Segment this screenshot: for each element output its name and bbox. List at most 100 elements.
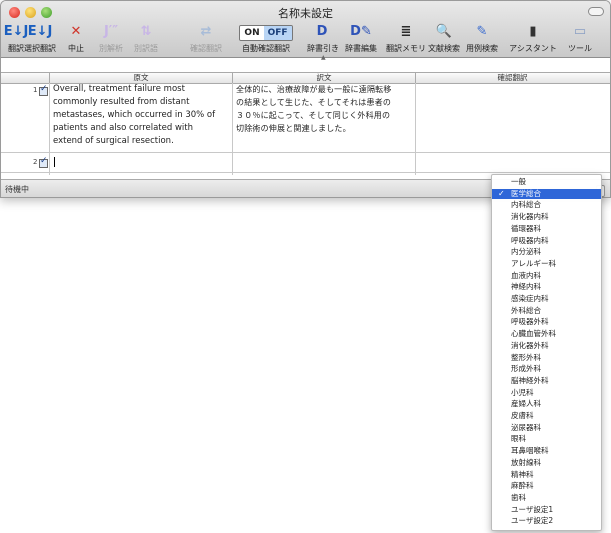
dropdown-option[interactable]: 脳神経外科 (492, 376, 601, 387)
dropdown-option-label: 呼吸器外科 (511, 317, 549, 327)
dropdown-option[interactable]: 心臓血管外科 (492, 329, 601, 340)
header-target[interactable]: 訳文 (233, 73, 416, 83)
status-text: 待機中 (5, 185, 29, 194)
dropdown-option-label: 感染症内科 (511, 294, 549, 303)
toolbar-item-dictionary-edit[interactable]: D✎ 辞書編集 (345, 21, 377, 55)
dropdown-option[interactable]: 産婦人科 (492, 399, 601, 410)
alt-word-icon: ⇅ (140, 23, 152, 39)
dropdown-option[interactable]: 血液内科 (492, 271, 601, 282)
dropdown-option-label: 精神科 (511, 469, 534, 479)
toggle-on[interactable]: ON (240, 25, 264, 40)
stop-x-icon: ✕ (70, 23, 82, 39)
dropdown-option[interactable]: 麻酔科 (492, 481, 601, 492)
dropdown-option[interactable]: 小児科 (492, 388, 601, 399)
toolbar-item-tool[interactable]: ▭ ツール (558, 21, 602, 55)
dropdown-option-label: 内科総合 (511, 200, 541, 210)
header-source[interactable]: 原文 (50, 73, 233, 83)
dropdown-option-label: 内分泌科 (511, 247, 541, 257)
toolbar-item-dictionary-lookup[interactable]: D 辞書引き (307, 21, 339, 55)
dropdown-option[interactable]: 放射線科 (492, 458, 601, 469)
dropdown-option-label: 呼吸器内科 (511, 235, 549, 245)
dropdown-option[interactable]: 内分泌科 (492, 247, 601, 258)
dropdown-option-label: 循環器科 (511, 223, 541, 233)
toolbar-label: 別訳語 (134, 44, 158, 53)
alt-parse-icon: J′″ (103, 23, 119, 39)
toolbar-item-example-search[interactable]: ✎ 用例検索 (464, 21, 500, 55)
toolbar-label: 翻訳メモリ (386, 44, 426, 53)
dropdown-option[interactable]: ユーザ設定2 (492, 516, 601, 527)
row-checkbox[interactable] (39, 84, 48, 96)
target-cell[interactable]: 全体的に、治療故障が最も一般に遠隔転移 の結果として生じた、そしてそれは患者の … (236, 83, 414, 135)
dropdown-option-label: 小児科 (511, 387, 534, 397)
checkmark-icon: ✓ (498, 188, 505, 198)
dropdown-option-label: 神経内科 (511, 282, 541, 292)
dropdown-option[interactable]: ✓ 医学総合 (492, 188, 601, 200)
confirm-translate-icon: ⇄ (200, 23, 212, 39)
toolbar-label: 用例検索 (466, 44, 498, 53)
column-divider (415, 83, 416, 175)
field-dropdown-menu: 一般 ✓ 医学総合 内科総合消化器内科 循環器科呼吸器内科内分泌科アレルギー科 血液内科神… (491, 174, 602, 531)
toolbar-label: 文献検索 (428, 44, 460, 53)
toolbar-toggle-pill[interactable] (588, 7, 604, 16)
dropdown-option[interactable]: 消化器外科 (492, 341, 601, 352)
dropdown-option-label: ユーザ設定1 (511, 504, 554, 514)
dropdown-option[interactable]: 循環器科 (492, 224, 601, 235)
dropdown-option[interactable]: 泌尿器科 (492, 423, 601, 434)
dropdown-option[interactable]: 眼科 (492, 434, 601, 445)
toolbar-label: アシスタント (509, 44, 557, 53)
assistant-icon: ▮ (529, 23, 537, 39)
dropdown-option-label: 形成外科 (511, 364, 541, 374)
toolbar-item-magnifier[interactable]: 🔍 文献検索 (426, 21, 462, 55)
row-separator (1, 172, 610, 173)
toolbar-label: 自動確認翻訳 (242, 44, 290, 53)
source-line: commonly resulted from distant (53, 97, 190, 107)
toolbar-label: 辞書編集 (345, 44, 377, 53)
toolbar-item-translation-memory[interactable]: ≣ 翻訳メモリ (386, 21, 426, 55)
toolbar-item-alt-word: ⇅ 別訳語 (133, 21, 159, 55)
dropdown-option[interactable]: 感染症内科 (492, 294, 601, 305)
dropdown-option-label: 脳神経外科 (511, 375, 549, 385)
titlebar: 名称未設定 E↓J 翻訳 E↓J 選択翻訳 ✕ 中止 J′″ 別解析 ⇅ 別訳語 ⇄ 確認翻訳 ON OF… (1, 1, 610, 61)
header-confirm[interactable]: 確認翻訳 (416, 73, 609, 83)
dropdown-option[interactable]: アレルギー科 (492, 259, 601, 270)
dropdown-option[interactable]: 神経内科 (492, 282, 601, 293)
dropdown-option[interactable]: 整形外科 (492, 353, 601, 364)
toolbar-collapse-arrow-icon[interactable]: ▲ (321, 54, 326, 61)
target-line: 全体的に、治療故障が最も一般に遠隔転移 (236, 85, 392, 94)
source-cell[interactable]: Overall, treatment failure most commonly… (53, 83, 231, 148)
dictionary-edit-icon: D✎ (350, 23, 372, 39)
row-checkbox[interactable] (39, 156, 48, 168)
dropdown-option[interactable]: 呼吸器内科 (492, 236, 601, 247)
translation-memory-icon: ≣ (400, 23, 412, 39)
target-line: ３０％に起こって、そして同じく外科用の (236, 111, 391, 120)
example-search-icon: ✎ (476, 23, 488, 39)
dropdown-option[interactable]: 呼吸器外科 (492, 317, 601, 328)
dropdown-option[interactable]: 歯科 (492, 493, 601, 504)
toolbar-label: 選択翻訳 (24, 44, 56, 53)
dropdown-option[interactable]: 皮膚科 (492, 411, 601, 422)
dropdown-option-label: 眼科 (511, 434, 526, 444)
toolbar-label: 中止 (68, 44, 84, 53)
toolbar-item-ej-selection-translate[interactable]: E↓J 選択翻訳 (23, 21, 57, 55)
dropdown-option[interactable]: 一般 (492, 177, 601, 188)
dropdown-option[interactable]: 精神科 (492, 470, 601, 481)
header-number-column (1, 73, 50, 83)
dropdown-option[interactable]: 耳鼻咽喉科 (492, 446, 601, 457)
dropdown-option[interactable]: ユーザ設定1 (492, 505, 601, 516)
dropdown-option-label: 泌尿器科 (511, 422, 541, 432)
dropdown-option[interactable]: 内科総合 (492, 200, 601, 211)
dropdown-option[interactable]: 消化器内科 (492, 212, 601, 223)
toolbar-label: 確認翻訳 (190, 44, 222, 53)
source-line: Overall, treatment failure most (53, 84, 185, 94)
dropdown-option[interactable]: 形成外科 (492, 364, 601, 375)
on-off-switch[interactable]: ON OFF (239, 24, 293, 41)
toolbar-item-assistant[interactable]: ▮ アシスタント (509, 21, 557, 55)
toolbar-item-auto-confirm[interactable]: ON OFF 自動確認翻訳 (239, 21, 293, 55)
ej-selection-translate-icon: E↓J (27, 23, 53, 39)
toolbar-item-stop-x[interactable]: ✕ 中止 (65, 21, 87, 55)
dropdown-option-label: 血液内科 (511, 270, 541, 280)
dropdown-option-label: 歯科 (511, 492, 526, 502)
toggle-off[interactable]: OFF (263, 25, 292, 40)
dropdown-option[interactable]: 外科総合 (492, 306, 601, 317)
column-divider (232, 83, 233, 175)
